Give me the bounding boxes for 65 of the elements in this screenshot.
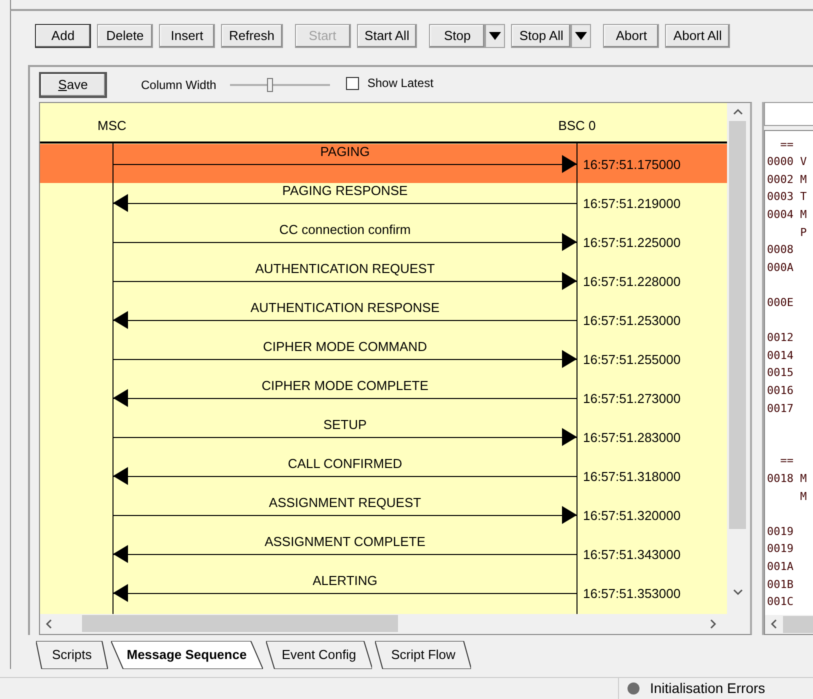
- message-label: AUTHENTICATION RESPONSE: [250, 300, 440, 315]
- hex-line: 0008: [767, 242, 794, 258]
- hex-line: 0002 M: [767, 172, 808, 188]
- entity-label: MSC: [98, 118, 126, 133]
- status-text: Initialisation Errors: [650, 680, 766, 696]
- hex-line: 0017: [767, 400, 794, 417]
- hex-line: 0000 V: [767, 154, 808, 170]
- timestamp: 16:57:51.253000: [583, 312, 681, 328]
- message-label: CIPHER MODE COMPLETE: [262, 378, 428, 393]
- column-width-label: Column Width: [141, 78, 216, 92]
- hex-line: 0012: [767, 330, 794, 346]
- timestamp: 16:57:51.225000: [583, 234, 681, 250]
- message-label: ASSIGNMENT COMPLETE: [264, 534, 426, 549]
- hex-line: 0019: [767, 524, 794, 540]
- timestamp: 16:57:51.318000: [583, 468, 681, 484]
- tab[interactable]: Event Config: [266, 640, 372, 669]
- hex-line: 0004 M: [767, 207, 808, 224]
- hex-line: M: [799, 488, 808, 505]
- timestamp: 16:57:51.273000: [583, 390, 681, 406]
- message-label: ALERTING: [312, 572, 378, 588]
- hex-line: 0018 M: [767, 470, 808, 487]
- tab[interactable]: Script Flow: [375, 640, 472, 669]
- entity-label: BSC 0: [558, 118, 596, 133]
- toolbar-button[interactable]: Refresh: [221, 24, 283, 48]
- toolbar-button[interactable]: Abort All: [665, 24, 730, 48]
- toolbar-button[interactable]: Start All: [356, 24, 418, 48]
- toolbar-button[interactable]: Stop All: [511, 24, 572, 48]
- toolbar-button[interactable]: Stop: [429, 24, 486, 48]
- toolbar-button[interactable]: Insert: [159, 24, 215, 48]
- tab[interactable]: Scripts: [36, 640, 108, 669]
- hex-line: 0014: [767, 348, 794, 364]
- timestamp: 16:57:51.228000: [583, 274, 681, 289]
- hex-line: ==: [779, 136, 794, 153]
- toolbar-button[interactable]: Abort: [603, 24, 660, 48]
- toolbar-button[interactable]: Add: [35, 24, 91, 48]
- timestamp: 16:57:51.353000: [583, 586, 681, 601]
- hex-line: 0016: [767, 383, 794, 400]
- save-button[interactable]: Save: [39, 72, 107, 98]
- message-label: PAGING RESPONSE: [282, 182, 408, 198]
- message-label: CC connection confirm: [279, 222, 411, 237]
- message-label: AUTHENTICATION REQUEST: [255, 260, 435, 276]
- tab[interactable]: Message Sequence: [110, 640, 263, 669]
- timestamp: 16:57:51.175000: [583, 156, 681, 172]
- timestamp: 16:57:51.283000: [583, 430, 681, 445]
- hex-line: 0015: [767, 365, 794, 382]
- message-label: ASSIGNMENT REQUEST: [268, 494, 422, 510]
- hex-line: 0019: [767, 541, 794, 558]
- message-label: PAGING: [320, 144, 370, 159]
- timestamp: 16:57:51.343000: [583, 546, 681, 562]
- timestamp: 16:57:51.255000: [583, 352, 681, 367]
- timestamp: 16:57:51.320000: [583, 508, 681, 523]
- hex-line: 001A: [767, 558, 794, 575]
- hex-line: 001C: [767, 594, 794, 610]
- hex-line: 001B: [767, 576, 794, 593]
- hex-line: 000E: [767, 295, 794, 312]
- toolbar-button[interactable]: Delete: [97, 24, 153, 48]
- hex-line: 000A: [767, 260, 794, 276]
- message-label: CIPHER MODE COMMAND: [263, 338, 427, 354]
- hex-line: P: [799, 224, 808, 241]
- timestamp: 16:57:51.219000: [583, 196, 681, 211]
- hex-line: ==: [779, 453, 794, 470]
- hex-line: 0003 T: [767, 189, 808, 206]
- message-label: CALL CONFIRMED: [288, 456, 402, 471]
- show-latest-label: Show Latest: [367, 76, 434, 90]
- message-label: SETUP: [323, 416, 367, 432]
